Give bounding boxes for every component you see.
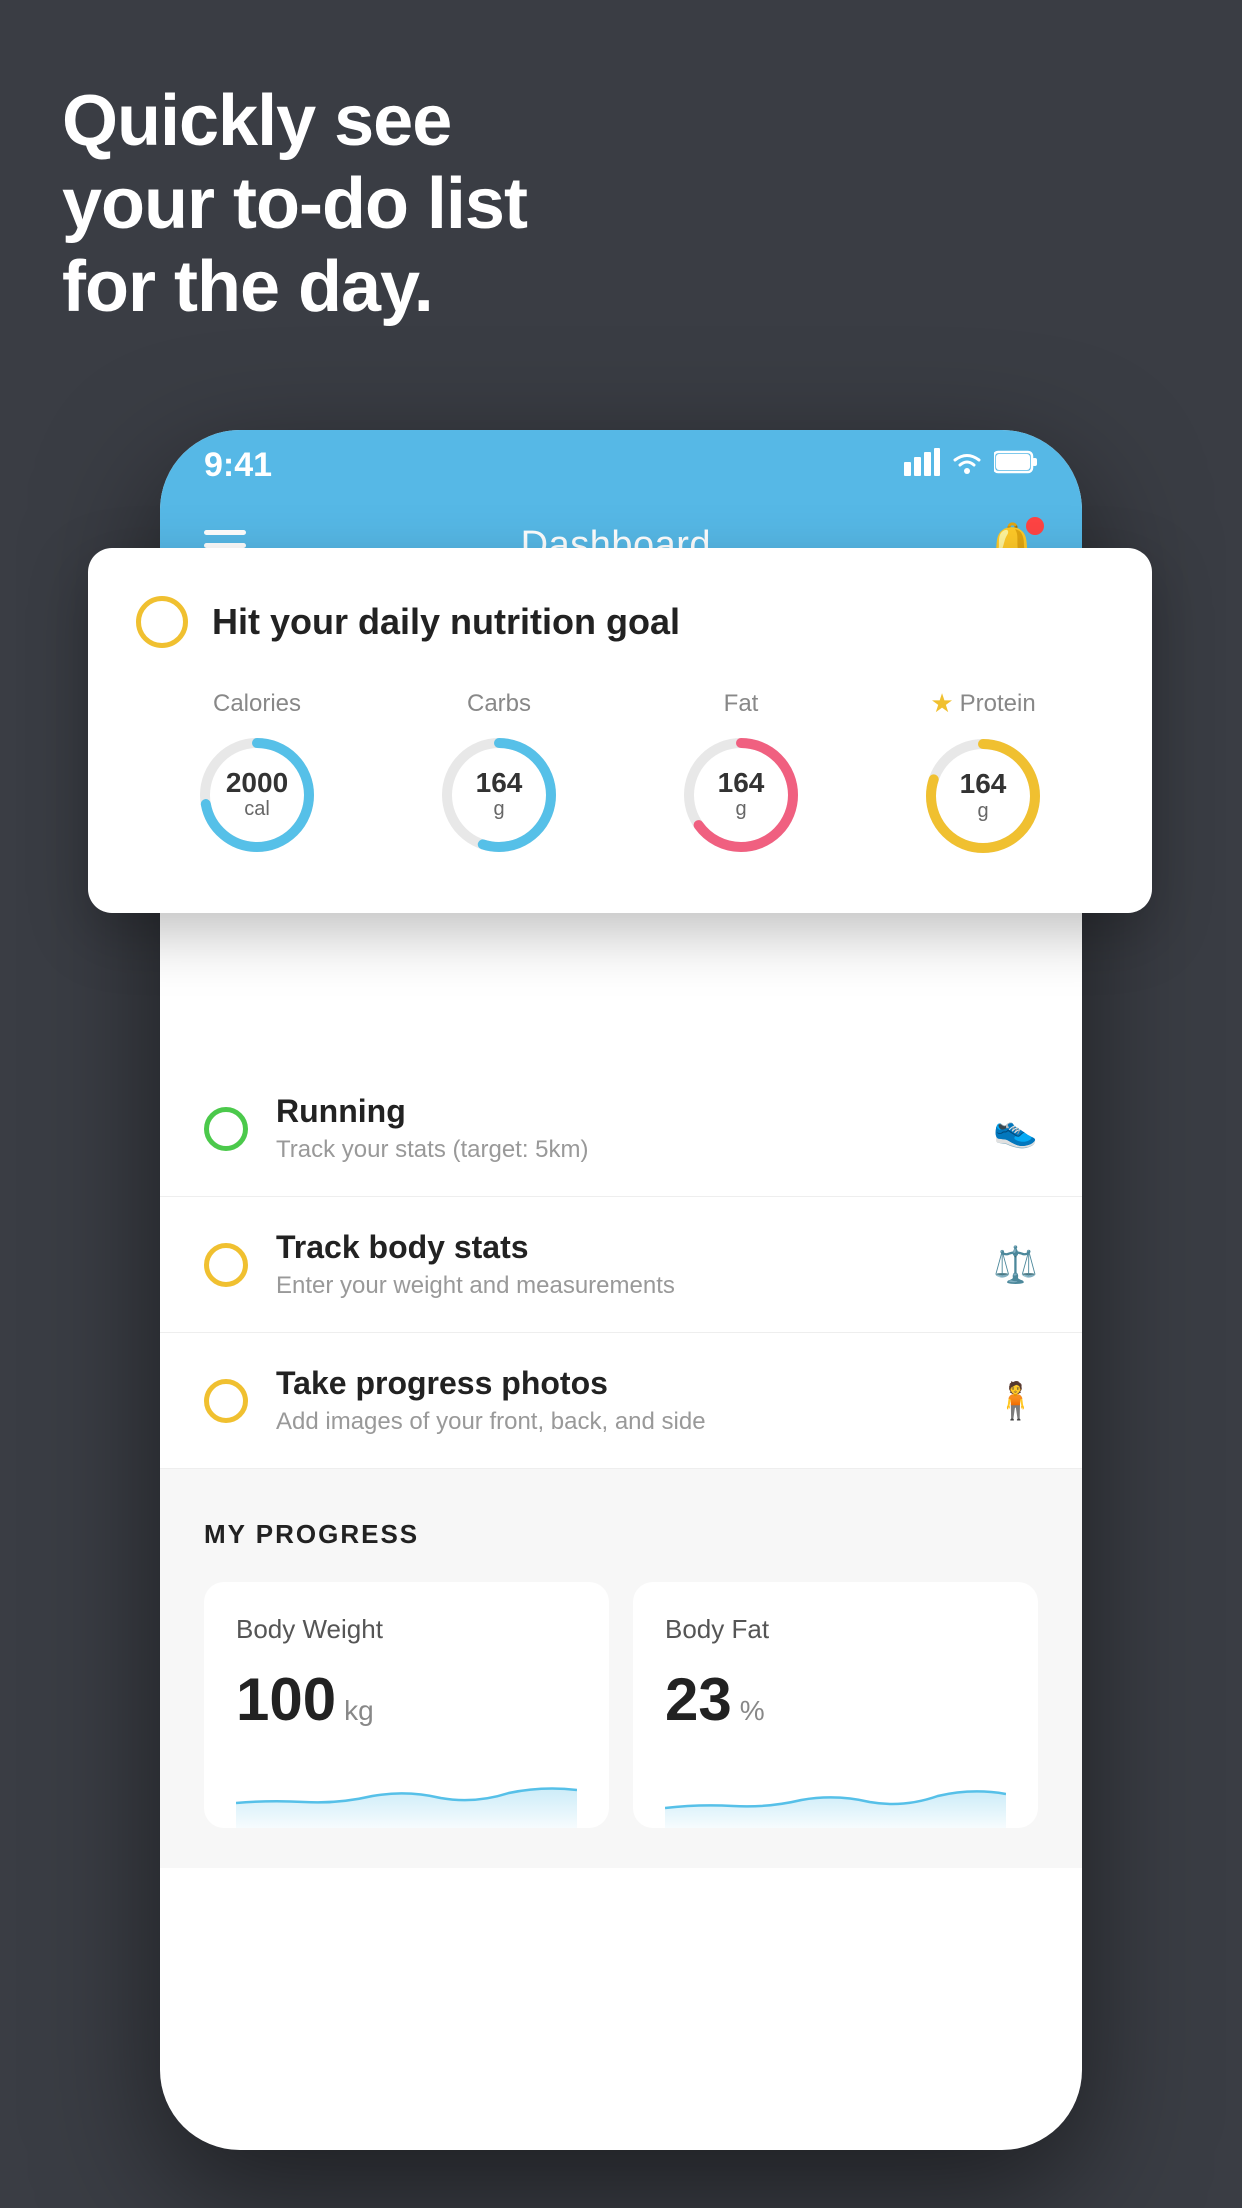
fat-unit: g [735, 798, 746, 820]
body-weight-value: 100 kg [236, 1665, 577, 1734]
body-stats-subtitle: Enter your weight and measurements [276, 1272, 993, 1300]
protein-ring-item: ★ Protein 164 g [918, 688, 1048, 861]
carbs-unit: g [493, 798, 504, 820]
wifi-icon [950, 449, 984, 482]
photos-content: Take progress photos Add images of your … [276, 1365, 993, 1436]
fat-label: Fat [724, 690, 759, 718]
body-fat-value: 23 % [665, 1665, 1006, 1734]
photos-radio[interactable] [204, 1379, 248, 1423]
carbs-ring-text: 164 g [476, 768, 523, 822]
carbs-ring-item: Carbs 164 g [434, 690, 564, 860]
shoe-icon: 👟 [993, 1108, 1038, 1150]
body-fat-label: Body Fat [665, 1614, 1006, 1645]
calories-ring-text: 2000 cal [226, 768, 288, 822]
calories-ring-item: Calories 2000 cal [192, 690, 322, 860]
protein-ring-text: 164 g [960, 769, 1007, 823]
progress-section-title: MY PROGRESS [204, 1519, 419, 1549]
body-fat-card: Body Fat 23 % [633, 1582, 1038, 1828]
signal-icon [904, 448, 940, 483]
calories-label: Calories [213, 690, 301, 718]
body-fat-number: 23 [665, 1665, 732, 1734]
protein-value: 164 [960, 769, 1007, 800]
nutrition-rings: Calories 2000 cal Carbs [136, 688, 1104, 861]
nutrition-radio[interactable] [136, 596, 188, 648]
fat-ring-text: 164 g [718, 768, 765, 822]
person-icon: 🧍 [993, 1380, 1038, 1422]
progress-section: MY PROGRESS Body Weight 100 kg [160, 1469, 1082, 1868]
body-weight-label: Body Weight [236, 1614, 577, 1645]
running-subtitle: Track your stats (target: 5km) [276, 1136, 993, 1164]
calories-ring: 2000 cal [192, 730, 322, 860]
running-radio[interactable] [204, 1107, 248, 1151]
list-item[interactable]: Take progress photos Add images of your … [160, 1333, 1082, 1469]
status-icons [904, 448, 1038, 483]
running-title: Running [276, 1093, 993, 1130]
body-stats-radio[interactable] [204, 1243, 248, 1287]
body-weight-unit: kg [344, 1695, 374, 1727]
battery-icon [994, 449, 1038, 481]
star-icon: ★ [930, 688, 953, 719]
list-item[interactable]: Running Track your stats (target: 5km) 👟 [160, 1061, 1082, 1197]
card-header: Hit your daily nutrition goal [136, 596, 1104, 648]
photos-title: Take progress photos [276, 1365, 993, 1402]
calories-unit: cal [244, 798, 270, 820]
protein-unit: g [977, 800, 988, 822]
fat-value: 164 [718, 768, 765, 799]
running-content: Running Track your stats (target: 5km) [276, 1093, 993, 1164]
body-fat-unit: % [740, 1695, 765, 1727]
headline-text: Quickly see your to-do list for the day. [62, 80, 527, 328]
nutrition-goal-card[interactable]: Hit your daily nutrition goal Calories 2… [88, 548, 1152, 913]
body-stats-content: Track body stats Enter your weight and m… [276, 1229, 993, 1300]
body-fat-chart [665, 1758, 1006, 1828]
list-item[interactable]: Track body stats Enter your weight and m… [160, 1197, 1082, 1333]
carbs-label: Carbs [467, 690, 531, 718]
progress-cards: Body Weight 100 kg [204, 1582, 1038, 1828]
status-bar: 9:41 [160, 430, 1082, 500]
body-stats-title: Track body stats [276, 1229, 993, 1266]
fat-ring-item: Fat 164 g [676, 690, 806, 860]
scale-icon: ⚖️ [993, 1244, 1038, 1286]
body-weight-chart [236, 1758, 577, 1828]
fat-ring: 164 g [676, 730, 806, 860]
status-time: 9:41 [204, 446, 272, 485]
protein-ring: 164 g [918, 731, 1048, 861]
carbs-value: 164 [476, 768, 523, 799]
protein-label: ★ Protein [930, 688, 1035, 719]
photos-subtitle: Add images of your front, back, and side [276, 1408, 993, 1436]
body-weight-card: Body Weight 100 kg [204, 1582, 609, 1828]
calories-value: 2000 [226, 768, 288, 799]
carbs-ring: 164 g [434, 730, 564, 860]
todo-list: Running Track your stats (target: 5km) 👟… [160, 1061, 1082, 1469]
notification-dot [1026, 517, 1044, 535]
body-weight-number: 100 [236, 1665, 336, 1734]
nutrition-card-title: Hit your daily nutrition goal [212, 601, 680, 643]
